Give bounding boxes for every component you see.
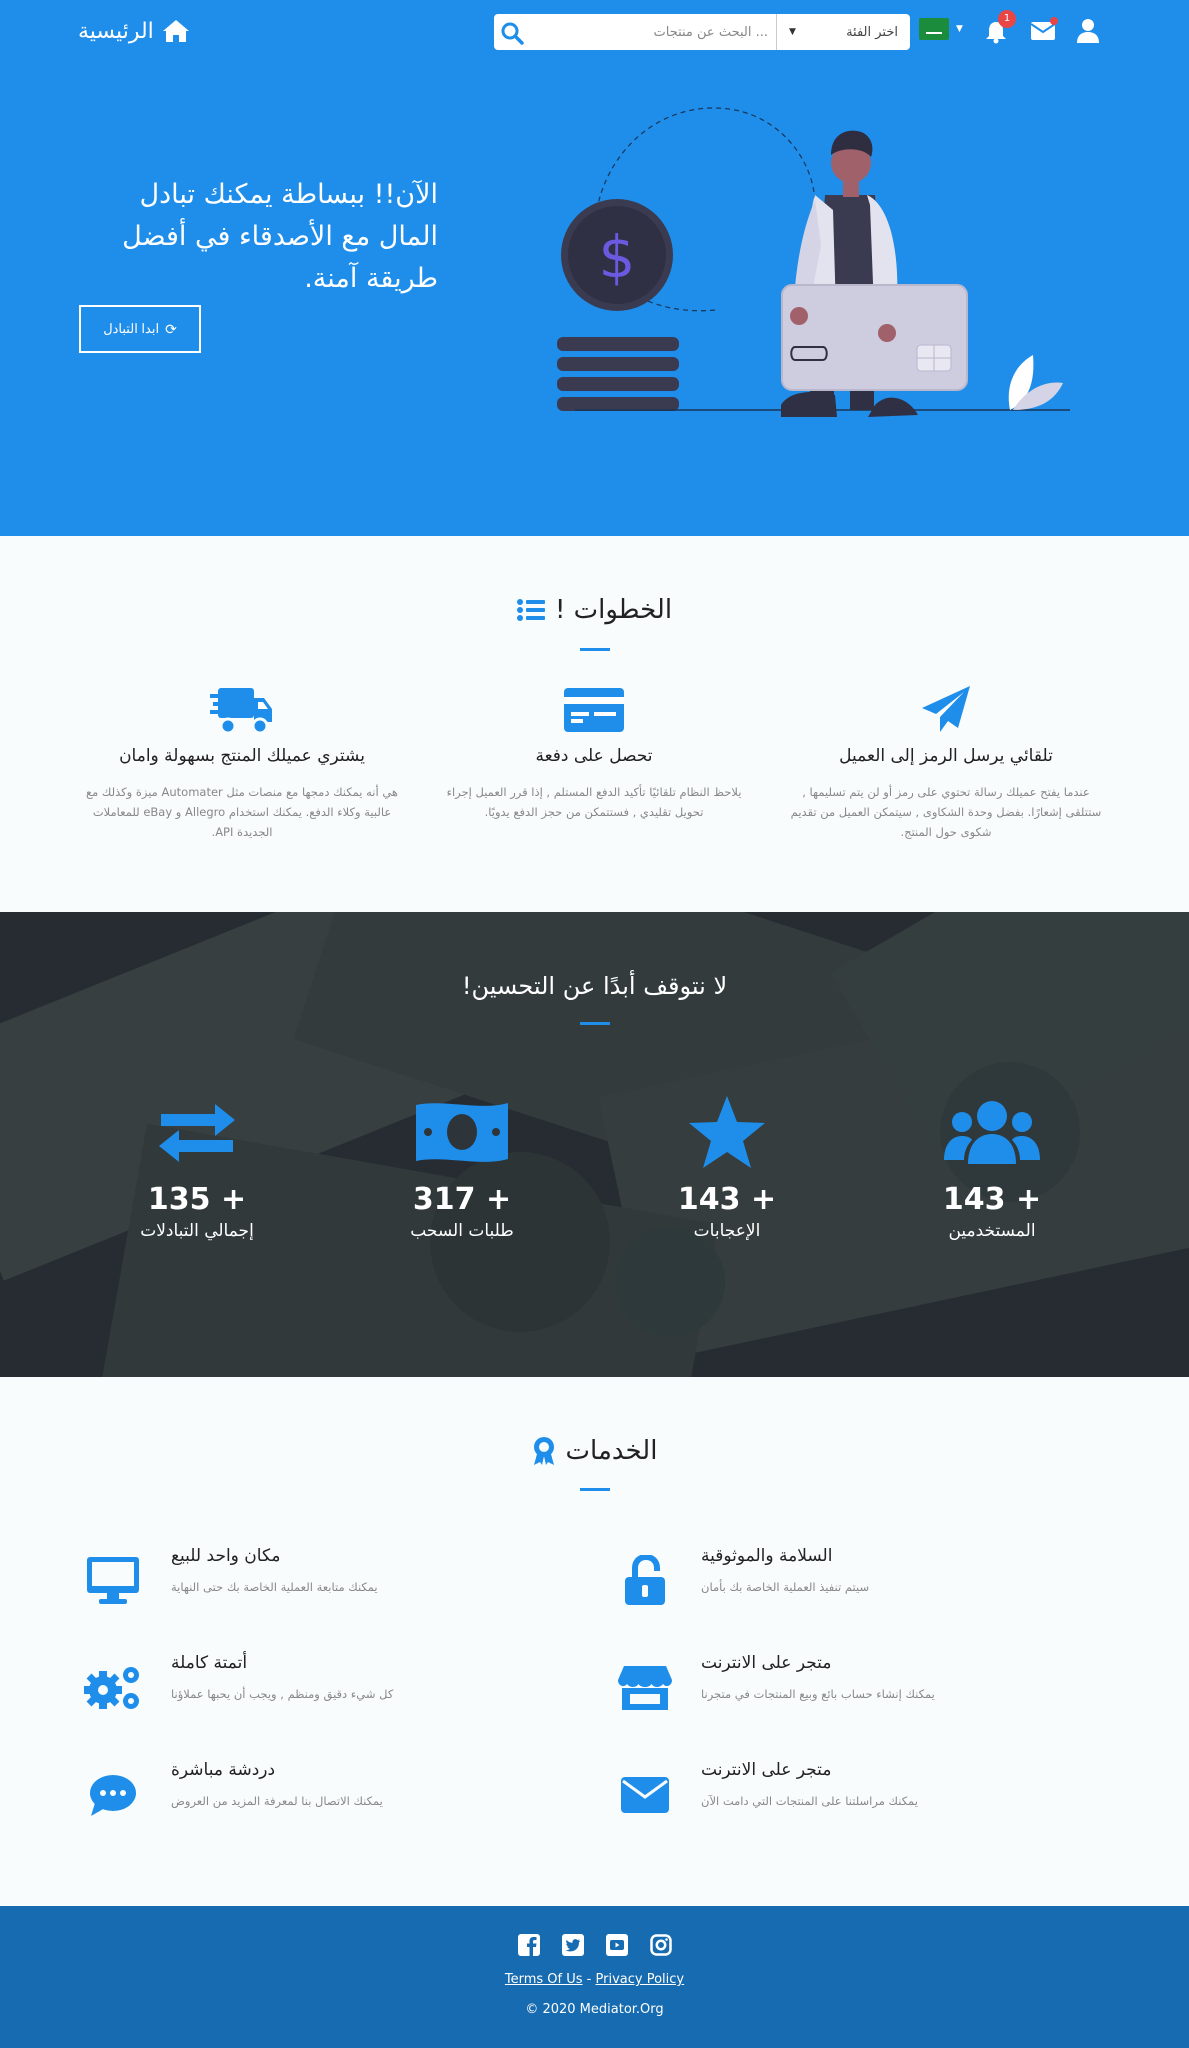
cogs-icon — [84, 1667, 139, 1709]
services-title-underline — [580, 1488, 610, 1491]
credit-card-icon — [564, 688, 624, 732]
privacy-link[interactable]: Privacy Policy — [596, 1972, 685, 1987]
start-exchange-button[interactable]: ⟳ ابدا التبادل — [79, 305, 201, 353]
search-input[interactable] — [528, 14, 768, 50]
truck-icon — [210, 688, 272, 735]
service-title: متجر على الانترنت — [701, 1760, 832, 1780]
award-icon — [533, 1437, 554, 1465]
step-item: تحصل على دفعة يلاحظ النظام تلقائيًا تأكي… — [429, 682, 759, 822]
notification-badge: 1 — [998, 10, 1016, 28]
service-title: دردشة مباشرة — [171, 1760, 276, 1780]
terms-link[interactable]: Terms Of Us — [505, 1972, 583, 1987]
stats-title-underline — [580, 1022, 610, 1025]
steps-title: الخطوات ! — [0, 595, 1189, 625]
stat-number: 143 + — [677, 1182, 777, 1217]
stat-label: الإعجابات — [693, 1221, 761, 1241]
service-text: يمكنك الاتصال بنا لمعرفة المزيد من العرو… — [171, 1794, 383, 1808]
hero-section: الآن!! ببساطة يمكنك تبادل المال مع الأصد… — [0, 70, 1189, 536]
service-title: السلامة والموثوقية — [701, 1546, 833, 1566]
copyright: © 2020 Mediator.Org — [525, 2002, 664, 2017]
youtube-icon[interactable] — [605, 1934, 628, 1956]
money-bill-icon — [416, 1103, 508, 1162]
user-icon[interactable] — [1076, 18, 1100, 44]
home-icon — [162, 20, 189, 42]
hero-title: الآن!! ببساطة يمكنك تبادل المال مع الأصد… — [122, 179, 438, 294]
star-icon — [689, 1096, 765, 1168]
search-bar: اختر الفئة ▼ — [494, 14, 910, 50]
step-title: يشتري عميلك المنتج بسهولة وامان — [119, 746, 365, 766]
services-title-label: الخدمات — [565, 1436, 658, 1466]
service-item: أتمتة كاملة كل شيء دقيق ومنظم , ويجب أن … — [80, 1653, 580, 1723]
service-item: السلامة والموثوقية سيتم تنفيذ العملية ال… — [600, 1546, 1100, 1616]
home-link[interactable]: الرئيسية — [78, 18, 190, 44]
category-select[interactable]: اختر الفئة ▼ — [776, 14, 910, 50]
store-icon — [618, 1666, 672, 1710]
service-title: أتمتة كاملة — [171, 1653, 248, 1673]
brand-label: الرئيسية — [78, 18, 154, 44]
stat-withdrawals: 317 + طلبات السحب — [362, 1092, 562, 1241]
refresh-icon: ⟳ — [165, 320, 177, 337]
step-text: عندما يفتح عميلك رسالة تحتوي على رمز أو … — [790, 785, 1102, 839]
service-title: مكان واحد للبيع — [171, 1546, 281, 1566]
service-text: كل شيء دقيق ومنظم , ويجب أن يحبها عملاؤن… — [171, 1687, 394, 1701]
service-title: متجر على الانترنت — [701, 1653, 832, 1673]
desktop-icon — [87, 1557, 139, 1604]
step-text: هي أنه يمكنك دمجها مع منصات مثل Automate… — [85, 785, 398, 839]
stat-users: 143 + المستخدمين — [892, 1092, 1092, 1241]
service-text: يمكنك متابعة العملية الخاصة بك حتى النها… — [171, 1580, 378, 1594]
service-text: سيتم تنفيذ العملية الخاصة بك بأمان — [701, 1580, 870, 1594]
stat-number: 143 + — [942, 1182, 1042, 1217]
steps-title-underline — [580, 648, 610, 651]
service-item: متجر على الانترنت يمكنك إنشاء حساب بائع … — [600, 1653, 1100, 1723]
chat-icon — [90, 1775, 136, 1816]
footer: Terms Of Us - Privacy Policy © 2020 Medi… — [0, 1906, 1189, 2048]
category-select-label: اختر الفئة — [846, 24, 898, 40]
stat-label: طلبات السحب — [410, 1221, 514, 1241]
saudi-flag-icon[interactable] — [919, 18, 949, 40]
start-exchange-label: ابدا التبادل — [103, 321, 160, 336]
navbar: الرئيسية اختر الفئة ▼ ▼ 1 — [0, 0, 1189, 70]
hero-illustration: $ — [557, 107, 1070, 417]
facebook-icon[interactable] — [517, 1934, 540, 1956]
chevron-down-icon: ▼ — [789, 27, 796, 37]
stat-label: المستخدمين — [948, 1221, 1036, 1241]
paper-plane-icon — [922, 686, 970, 732]
stats-section: لا نتوقف أبدًا عن التحسين! 143 + المستخد… — [0, 912, 1189, 1377]
exchange-icon — [159, 1104, 235, 1162]
services-title: الخدمات — [0, 1436, 1189, 1466]
step-title: تحصل على دفعة — [535, 746, 653, 766]
service-text: يمكنك مراسلتنا على المنتجات التي دامت ال… — [701, 1794, 918, 1808]
stat-number: 135 + — [147, 1182, 247, 1217]
stat-exchanges: 135 + إجمالي التبادلات — [97, 1092, 297, 1241]
service-item: مكان واحد للبيع يمكنك متابعة العملية الخ… — [80, 1546, 580, 1616]
steps-title-label: الخطوات ! — [554, 595, 673, 625]
stats-title: لا نتوقف أبدًا عن التحسين! — [461, 972, 728, 1000]
footer-links: Terms Of Us - Privacy Policy — [0, 1972, 1189, 1987]
social-links — [0, 1934, 1189, 1956]
step-item: يشتري عميلك المنتج بسهولة وامان هي أنه ي… — [77, 682, 407, 842]
step-title: تلقائي يرسل الرمز إلى العميل — [839, 746, 1053, 766]
envelope-icon — [621, 1777, 669, 1813]
step-text: يلاحظ النظام تلقائيًا تأكيد الدفع المستل… — [446, 785, 742, 819]
svg-text:$: $ — [599, 223, 636, 291]
twitter-icon[interactable] — [561, 1934, 584, 1956]
users-icon — [944, 1101, 1040, 1164]
service-item: متجر على الانترنت يمكنك مراسلتنا على الم… — [600, 1760, 1100, 1830]
footer-separator: - — [586, 1972, 592, 1987]
service-item: دردشة مباشرة يمكنك الاتصال بنا لمعرفة ال… — [80, 1760, 580, 1830]
mail-badge — [1050, 17, 1058, 25]
unlock-icon — [625, 1555, 665, 1605]
language-chevron-down-icon[interactable]: ▼ — [956, 24, 963, 34]
list-icon — [516, 599, 545, 621]
stat-number: 317 + — [412, 1182, 512, 1217]
stat-likes: 143 + الإعجابات — [627, 1092, 827, 1241]
service-text: يمكنك إنشاء حساب بائع وبيع المنتجات في م… — [701, 1687, 935, 1701]
stat-label: إجمالي التبادلات — [140, 1221, 254, 1241]
instagram-icon[interactable] — [649, 1934, 672, 1956]
search-icon[interactable] — [500, 21, 524, 45]
step-item: تلقائي يرسل الرمز إلى العميل عندما يفتح … — [781, 682, 1111, 842]
